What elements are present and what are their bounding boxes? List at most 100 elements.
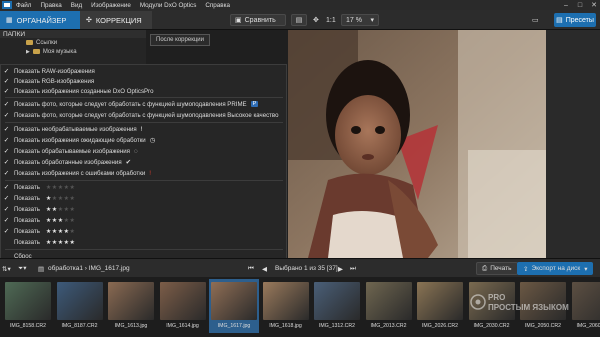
zoom-value: 17 % [346, 16, 362, 24]
checkmark-icon: ✓ [3, 78, 10, 85]
folder-item-music[interactable]: ▶ Моя музыка [0, 47, 146, 56]
filter-icon[interactable]: ⏷▾ [18, 262, 26, 275]
menu-item-rating-5[interactable]: Показать ★★★★★ [1, 237, 286, 247]
presets-button[interactable]: ▤ Пресеты [554, 13, 596, 27]
last-image-icon[interactable]: ⏭ [350, 262, 356, 275]
compare-icon: ▣ [235, 17, 242, 24]
menu-item-label: Показать обрабатываемые изображения [14, 147, 130, 155]
watermark-logo: PRO ПРОСТЫМ ЯЗЫКОМ [470, 290, 580, 314]
menu-item-show-errors[interactable]: ✓ Показать изображения с ошибками обрабо… [1, 168, 286, 178]
menu-item-show-dxo[interactable]: ✓ Показать изображения созданные DxO Opt… [1, 86, 286, 96]
minimize-icon[interactable]: – [560, 0, 572, 10]
breadcrumb: обработка1 › IMG_1617.jpg [48, 265, 130, 272]
view-mode-button[interactable]: ▤ [291, 14, 307, 26]
checkmark-icon: ✓ [3, 206, 10, 213]
tab-organizer[interactable]: ▦ ОРГАНАЙЗЕР [0, 11, 80, 29]
panel-toggle-icon[interactable]: ▭ [532, 14, 539, 26]
filmstrip-thumbnail[interactable]: IMG_1614.jpg [158, 279, 208, 333]
menu-item-show-rgb[interactable]: ✓ Показать RGB-изображения [1, 76, 286, 86]
thumbnail-image [5, 282, 51, 320]
zoom-1to1-button[interactable]: 1:1 [326, 14, 336, 26]
filmstrip-thumbnail[interactable]: IMG_1312.CR2 [312, 279, 362, 333]
thumbnail-filename: IMG_1617.jpg [217, 323, 251, 329]
menu-item-rating-0[interactable]: ✓ Показать ★★★★★ [1, 182, 286, 192]
tooltip: После коррекции [150, 34, 210, 46]
menu-item-label: Показать изображения ожидающие обработки [14, 136, 146, 144]
menu-item-label: Показать изображения с ошибками обработк… [14, 169, 146, 177]
checkmark-icon: ✓ [3, 170, 10, 177]
layout-icon: ▤ [295, 17, 303, 24]
star-rating-icon: ★★★★★ [45, 206, 76, 213]
watermark-graphic: PRO ПРОСТЫМ ЯЗЫКОМ [470, 293, 569, 312]
menu-item-label: Показать [14, 205, 40, 213]
checkmark-icon: ✓ [3, 137, 10, 144]
star-rating-icon: ★★★★★ [45, 184, 76, 191]
thumbnail-image [365, 282, 412, 320]
thumbnail-filename: IMG_2013.CR2 [370, 323, 407, 329]
menu-file[interactable]: Файл [16, 2, 31, 9]
menu-item-label: Показать фото, которые следует обработат… [14, 100, 247, 108]
export-button[interactable]: ⇪ Экспорт на диск ▾ [517, 262, 594, 275]
presets-icon: ▤ [556, 17, 563, 24]
exclamation-icon: ! [140, 125, 143, 133]
error-icon: ! [149, 169, 152, 177]
menu-view[interactable]: Вид [71, 2, 82, 9]
menu-item-show-processed[interactable]: ✓ Показать обработанные изображения ✔ [1, 157, 286, 167]
menu-item-rating-2[interactable]: ✓ Показать ★★★★★ [1, 204, 286, 214]
maximize-icon[interactable]: □ [574, 0, 586, 10]
menu-help[interactable]: Справка [205, 2, 230, 9]
thumbnail-image [56, 282, 103, 320]
menu-item-show-hq[interactable]: ✓ Показать фото, которые следует обработ… [1, 110, 286, 120]
menu-item-show-processing[interactable]: ✓ Показать обрабатываемые изображения ◌ [1, 146, 286, 156]
filmstrip-thumbnail[interactable]: IMG_8187.CR2 [55, 279, 105, 333]
close-icon[interactable]: ✕ [588, 0, 600, 10]
filter-dropdown-menu: ✓ Показать RAW-изображения ✓ Показать RG… [0, 64, 287, 262]
menu-edit[interactable]: Правка [40, 2, 61, 9]
filmstrip-thumbnail[interactable]: IMG_1617.jpg [209, 279, 259, 333]
selection-count: Выбрано 1 из 35 [37] [275, 265, 338, 272]
menu-item-label: Показать [14, 227, 40, 235]
print-button[interactable]: ⎙ Печать [476, 262, 518, 275]
filmstrip-thumbnail[interactable]: IMG_8158.CR2 [3, 279, 53, 333]
checkmark-icon: ✓ [3, 126, 10, 133]
thumbnail-filename: IMG_1613.jpg [114, 323, 148, 329]
compare-button[interactable]: ▣ Сравнить [230, 14, 286, 26]
menu-item-label: Показать [14, 183, 40, 191]
filmstrip-thumbnail[interactable]: IMG_2013.CR2 [364, 279, 414, 333]
menu-item-show-raw[interactable]: ✓ Показать RAW-изображения [1, 66, 286, 76]
done-check-icon: ✔ [125, 159, 132, 166]
filmstrip-thumbnail[interactable]: IMG_1613.jpg [106, 279, 156, 333]
menu-item-rating-4[interactable]: ✓ Показать ★★★★★ [1, 226, 286, 236]
menu-item-label: Показать необрабатываемые изображения [14, 125, 137, 133]
folders-header: ПАПКИ [0, 30, 146, 38]
menu-item-rating-3[interactable]: ✓ Показать ★★★★★ [1, 215, 286, 225]
first-image-icon[interactable]: ⏮ [248, 262, 254, 275]
folder-icon [32, 49, 40, 54]
folder-item-links[interactable]: Ссылки [0, 38, 146, 47]
menu-item-show-unprocessed[interactable]: ✓ Показать необрабатываемые изображения … [1, 124, 286, 134]
sort-icon[interactable]: ⇅▾ [2, 262, 11, 275]
thumbnail-image [211, 282, 257, 320]
checkmark-icon: ✓ [3, 112, 10, 119]
menu-item-show-prime[interactable]: ✓ Показать фото, которые следует обработ… [1, 99, 286, 109]
menu-image[interactable]: Изображение [91, 2, 131, 9]
main-photo[interactable] [288, 30, 546, 258]
menu-item-rating-1[interactable]: ✓ Показать ★★★★★ [1, 193, 286, 203]
checkmark-icon: ✓ [3, 88, 10, 95]
thumbnail-filename: IMG_1312.CR2 [318, 323, 356, 329]
tab-correction[interactable]: ✣ КОРРЕКЦИЯ [80, 11, 152, 29]
thumbnail-filename: IMG_8158.CR2 [9, 323, 47, 329]
filmstrip-thumbnail[interactable]: IMG_2026.CR2 [415, 279, 465, 333]
print-label: Печать [490, 265, 512, 272]
prev-image-icon[interactable]: ◀ [262, 262, 267, 275]
menu-modules[interactable]: Модули DxO Optics [140, 2, 197, 9]
zoom-select[interactable]: 17 % ▾ [341, 14, 379, 26]
print-icon: ⎙ [482, 264, 488, 272]
menu-item-show-pending[interactable]: ✓ Показать изображения ожидающие обработ… [1, 135, 286, 145]
filmstrip-thumbnail[interactable]: IMG_1618.jpg [261, 279, 311, 333]
next-image-icon[interactable]: ▶ [338, 262, 343, 275]
star-rating-icon: ★★★★★ [45, 217, 76, 224]
presets-label: Пресеты [565, 16, 594, 24]
filmstrip-toolbar: ⇅▾ ⏷▾ ▤ обработка1 › IMG_1617.jpg ⏮ ◀ Вы… [0, 258, 600, 277]
fit-icon[interactable]: ✥ [313, 14, 319, 26]
